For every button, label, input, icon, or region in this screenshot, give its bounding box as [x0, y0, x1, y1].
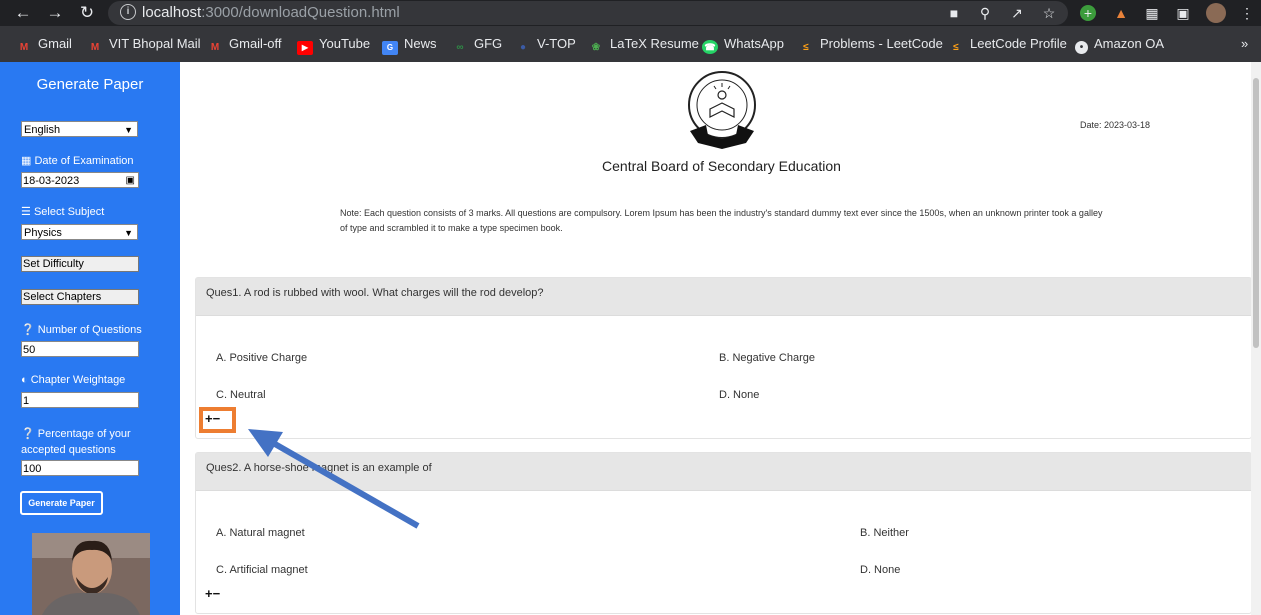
option-d: D. None	[860, 564, 901, 576]
option-a: A. Natural magnet	[216, 527, 305, 539]
bookmark-vit-mail[interactable]: M VIT Bhopal Mail	[87, 34, 201, 54]
url-text[interactable]: localhost:3000/downloadQuestion.html	[142, 4, 400, 21]
chevron-down-icon: ▼	[124, 125, 133, 135]
vtop-icon: ●	[519, 42, 527, 53]
extension-plus-icon[interactable]: +	[1080, 5, 1096, 21]
bookmark-gmail[interactable]: M Gmail	[16, 34, 72, 54]
address-bar[interactable]: i localhost:3000/downloadQuestion.html	[108, 1, 1068, 25]
plus-icon[interactable]: +	[205, 586, 213, 601]
select-chapters-button[interactable]: Select Chapters	[21, 289, 139, 305]
subject-label: ☰ Select Subject	[21, 206, 105, 218]
cbse-logo	[688, 71, 756, 149]
question-header: Ques2. A horse-shoe magnet is an example…	[196, 453, 1251, 491]
page-scrollbar[interactable]	[1251, 62, 1261, 615]
percentage-input[interactable]: 100	[21, 460, 139, 476]
browser-toolbar: ← → ↻ i localhost:3000/downloadQuestion.…	[0, 0, 1261, 26]
set-difficulty-button[interactable]: Set Difficulty	[21, 256, 139, 272]
num-questions-label: ❔ Number of Questions	[21, 324, 142, 336]
camera-icon[interactable]: ■	[945, 4, 963, 22]
gmail-icon: M	[90, 42, 100, 53]
generator-sidebar: Generate Paper English ▼ ▦ Date of Examin…	[0, 62, 180, 615]
youtube-icon: ▶	[297, 41, 313, 55]
profile-avatar[interactable]	[1206, 3, 1226, 23]
question-header: Ques1. A rod is rubbed with wool. What c…	[196, 278, 1251, 316]
paper-date: Date: 2023-03-18	[1080, 120, 1151, 130]
globe-icon: •	[1075, 41, 1088, 54]
gfg-icon: ∞	[456, 42, 464, 53]
minus-icon[interactable]: −	[213, 586, 221, 601]
webcam-person-image	[32, 533, 150, 615]
sidebar-title: Generate Paper	[36, 76, 144, 93]
bookmark-whatsapp[interactable]: ☎ WhatsApp	[702, 34, 784, 54]
leetcode-icon: ≤	[953, 42, 959, 53]
side-panel-icon[interactable]: ▣	[1174, 4, 1192, 22]
forward-icon[interactable]: →	[45, 3, 65, 23]
question-circle-icon: ❔	[21, 428, 35, 440]
date-input[interactable]: 18-03-2023 ▣	[21, 172, 139, 188]
language-select[interactable]: English ▼	[21, 121, 138, 137]
bookmark-latex-resume[interactable]: ❀ LaTeX Resume	[588, 34, 699, 54]
option-a: A. Positive Charge	[216, 352, 308, 364]
metamask-icon[interactable]: ▲	[1112, 4, 1130, 22]
bookmark-gfg[interactable]: ∞ GFG	[452, 34, 502, 54]
subject-select[interactable]: Physics ▼	[21, 224, 138, 240]
whatsapp-icon: ☎	[702, 40, 718, 54]
list-icon: ☰	[21, 206, 31, 218]
generate-paper-button[interactable]: Generate Paper	[20, 491, 103, 515]
option-d: D. None	[719, 389, 760, 401]
question-controls: +−	[205, 586, 220, 601]
gmail-icon: M	[210, 42, 220, 53]
share-icon[interactable]: ↗	[1008, 4, 1026, 22]
num-questions-input[interactable]: 50	[21, 341, 139, 357]
percentage-label: ❔ Percentage of your accepted questions	[21, 428, 131, 456]
bookmark-leetcode-profile[interactable]: ≤ LeetCode Profile	[948, 34, 1067, 54]
question-paper: Date: 2023-03-18 Central Board of Second…	[180, 62, 1252, 615]
option-c: C. Artificial magnet	[216, 564, 308, 576]
extensions-puzzle-icon[interactable]: ▦	[1143, 4, 1161, 22]
option-c: C. Neutral	[216, 389, 266, 401]
question-card: Ques1. A rod is rubbed with wool. What c…	[195, 277, 1252, 439]
bookmarks-overflow[interactable]: »	[1241, 34, 1248, 54]
date-label: ▦ Date of Examination	[21, 155, 134, 167]
back-icon[interactable]: ←	[13, 3, 33, 23]
site-info-icon[interactable]: i	[120, 4, 136, 20]
pie-chart-icon: ◐	[21, 374, 28, 386]
question-text: Ques2. A horse-shoe magnet is an example…	[206, 462, 432, 474]
reload-icon[interactable]: ↻	[77, 3, 97, 23]
webcam-overlay	[32, 533, 150, 615]
zoom-icon[interactable]: ⚲	[976, 4, 994, 22]
paper-note: Note: Each question consists of 3 marks.…	[340, 208, 1103, 233]
overleaf-icon: ❀	[591, 42, 601, 53]
bookmark-vtop[interactable]: ● V-TOP	[515, 34, 576, 54]
news-icon: G	[382, 41, 398, 55]
bookmark-amazon-oa[interactable]: • Amazon OA	[1075, 34, 1164, 54]
leetcode-icon: ≤	[803, 42, 809, 53]
option-b: B. Negative Charge	[719, 352, 815, 364]
weightage-input[interactable]: 1	[21, 392, 139, 408]
question-circle-icon: ❔	[21, 324, 35, 336]
menu-kebab-icon[interactable]: ⋮	[1238, 4, 1256, 22]
weightage-label: ◐ Chapter Weightage	[21, 374, 126, 386]
question-text: Ques1. A rod is rubbed with wool. What c…	[206, 287, 544, 299]
bookmark-youtube[interactable]: ▶ YouTube	[297, 34, 370, 55]
chevron-down-icon: ▼	[124, 228, 133, 238]
question-card: Ques2. A horse-shoe magnet is an example…	[195, 452, 1252, 614]
bookmark-leetcode-problems[interactable]: ≤ Problems - LeetCode	[798, 34, 943, 54]
option-b: B. Neither	[860, 527, 909, 539]
board-title: Central Board of Secondary Education	[602, 158, 841, 174]
bookmarks-bar: M Gmail M VIT Bhopal Mail M Gmail-off ▶ YouT…	[0, 26, 1261, 63]
bookmark-star-icon[interactable]: ☆	[1040, 4, 1058, 22]
scrollbar-thumb[interactable]	[1253, 78, 1259, 348]
gmail-icon: M	[19, 42, 29, 53]
calendar-icon: ▦	[21, 155, 32, 167]
calendar-picker-icon[interactable]: ▣	[126, 173, 135, 189]
bookmark-gmail-off[interactable]: M Gmail-off	[207, 34, 282, 54]
highlight-box	[199, 407, 236, 433]
bookmark-news[interactable]: G News	[382, 34, 437, 55]
